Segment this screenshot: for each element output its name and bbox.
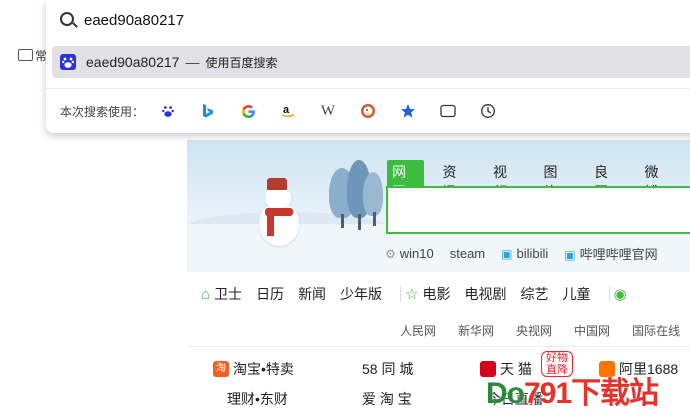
- suggestion-separator: —: [185, 54, 200, 70]
- snowman-scarf-tail: [267, 212, 274, 236]
- star-outline-icon: ☆: [405, 286, 419, 303]
- subnav-link[interactable]: 中国网: [574, 322, 610, 339]
- taobao-icon: 淘: [213, 361, 229, 377]
- omnibox-row: [46, 0, 690, 40]
- wikipedia-icon[interactable]: W: [318, 101, 338, 121]
- address-bar-input[interactable]: [84, 8, 664, 32]
- nav-divider: [400, 286, 402, 302]
- subnav-link[interactable]: 央视网: [516, 322, 552, 339]
- nav-label: 电影: [422, 286, 451, 302]
- hotword-label: bilibili: [516, 246, 549, 261]
- home-icon: ⌂: [201, 285, 211, 303]
- svg-text:a: a: [283, 104, 290, 116]
- snowman-hat: [267, 178, 287, 190]
- hotword-item[interactable]: ▣ bilibili: [501, 246, 548, 261]
- hotword-label: 哔哩哔哩官网: [579, 247, 658, 262]
- engines-label: 本次搜索使用：: [60, 104, 145, 119]
- tv-icon: ▣: [564, 248, 576, 262]
- hotwords: ⚙ win10 steam ▣ bilibili ▣ 哔哩哔哩官网: [385, 244, 658, 263]
- duckduckgo-icon[interactable]: [358, 101, 378, 121]
- baidu-hero-banner: 网页 资讯 视频 图片 良医 微博 ⚙win10 steam ▣bilibili…: [187, 140, 690, 272]
- nav-divider: [608, 286, 610, 302]
- search-engine-row: 本次搜索使用： a W: [60, 100, 518, 122]
- watermark-part: 下载站: [571, 377, 659, 410]
- baidu-icon[interactable]: [158, 101, 178, 121]
- baidu-icon: [60, 54, 76, 70]
- nav-label: 卫士: [214, 286, 243, 302]
- nav-label: 综艺: [520, 286, 549, 302]
- tree: [363, 172, 383, 216]
- history-clock-icon[interactable]: [478, 101, 498, 121]
- nav-item-youth[interactable]: 少年版: [340, 284, 382, 304]
- subnav-link[interactable]: 国际在线: [632, 322, 680, 339]
- hotword-label: win10: [399, 246, 434, 261]
- nav-item-kids[interactable]: 儿童: [563, 284, 591, 304]
- tv-icon: ▣: [501, 247, 513, 261]
- site-58[interactable]: 58 同 城: [362, 359, 413, 379]
- site-label: 58 同 城: [362, 361, 414, 377]
- site-licai[interactable]: 理财•东财: [227, 389, 288, 409]
- site-label: 理财•东财: [227, 391, 288, 407]
- nav-label: 少年版: [340, 286, 383, 302]
- nav-label: 日历: [256, 286, 285, 302]
- search-suggestion[interactable]: eaed90a80217 — 使用百度搜索: [52, 46, 690, 78]
- tree-trunk: [358, 214, 361, 230]
- hotword-label: steam: [449, 246, 486, 261]
- bookmarks-star-icon[interactable]: [398, 101, 418, 121]
- suggestion-text: eaed90a80217: [86, 54, 180, 70]
- site-label: 淘宝•特卖: [233, 361, 294, 377]
- baidu-search-input[interactable]: [386, 186, 690, 234]
- subnav-link[interactable]: 新华网: [458, 322, 494, 339]
- hotword-item[interactable]: steam: [450, 246, 485, 261]
- site-aitaobao[interactable]: 爱 淘 宝: [362, 389, 412, 409]
- subnav-links: 人民网 新华网 央视网 中国网 国际在线: [400, 322, 680, 339]
- site-taobao[interactable]: 淘淘宝•特卖: [213, 359, 294, 379]
- site-label: 爱 淘 宝: [362, 391, 412, 407]
- nav-label: 新闻: [298, 286, 327, 302]
- nav-item-variety[interactable]: 综艺: [521, 284, 549, 304]
- watermark-part: 791: [524, 377, 572, 410]
- nav-row: ⌂ 卫士 日历 新闻 少年版 ☆ 电影 电视剧 综艺 儿童 ◉: [187, 276, 690, 312]
- watermark: Do791下载站: [486, 368, 659, 412]
- subnav-link[interactable]: 人民网: [400, 322, 436, 339]
- hotword-item[interactable]: ▣ 哔哩哔哩官网: [564, 244, 657, 263]
- nav-item-calendar[interactable]: 日历: [256, 284, 284, 304]
- nav-item-tv[interactable]: 电视剧: [465, 284, 507, 304]
- tabs-icon[interactable]: [438, 101, 458, 121]
- folder-icon[interactable]: [18, 49, 33, 61]
- nav-label: 儿童: [562, 286, 591, 302]
- nav-label: 电视剧: [464, 286, 507, 302]
- bing-icon[interactable]: [198, 101, 218, 121]
- nav-item-guard[interactable]: ⌂ 卫士: [201, 284, 242, 304]
- gear-icon: ⚙: [385, 247, 396, 261]
- nav-item-news[interactable]: 新闻: [298, 284, 326, 304]
- google-icon[interactable]: [238, 101, 258, 121]
- omnibox-dropdown: eaed90a80217 — 使用百度搜索 本次搜索使用：: [46, 0, 690, 133]
- hotword-item[interactable]: ⚙ win10: [385, 246, 434, 261]
- suggestion-action: 使用百度搜索: [205, 55, 278, 70]
- amazon-icon[interactable]: a: [278, 101, 298, 121]
- game-icon[interactable]: ◉: [614, 285, 627, 303]
- nav-item-movies[interactable]: ☆ 电影: [405, 284, 450, 304]
- tree-trunk: [373, 212, 376, 226]
- tree-trunk: [341, 214, 344, 228]
- watermark-part: Do: [486, 377, 525, 410]
- dropdown-divider: [46, 88, 690, 89]
- search-icon: [60, 12, 74, 26]
